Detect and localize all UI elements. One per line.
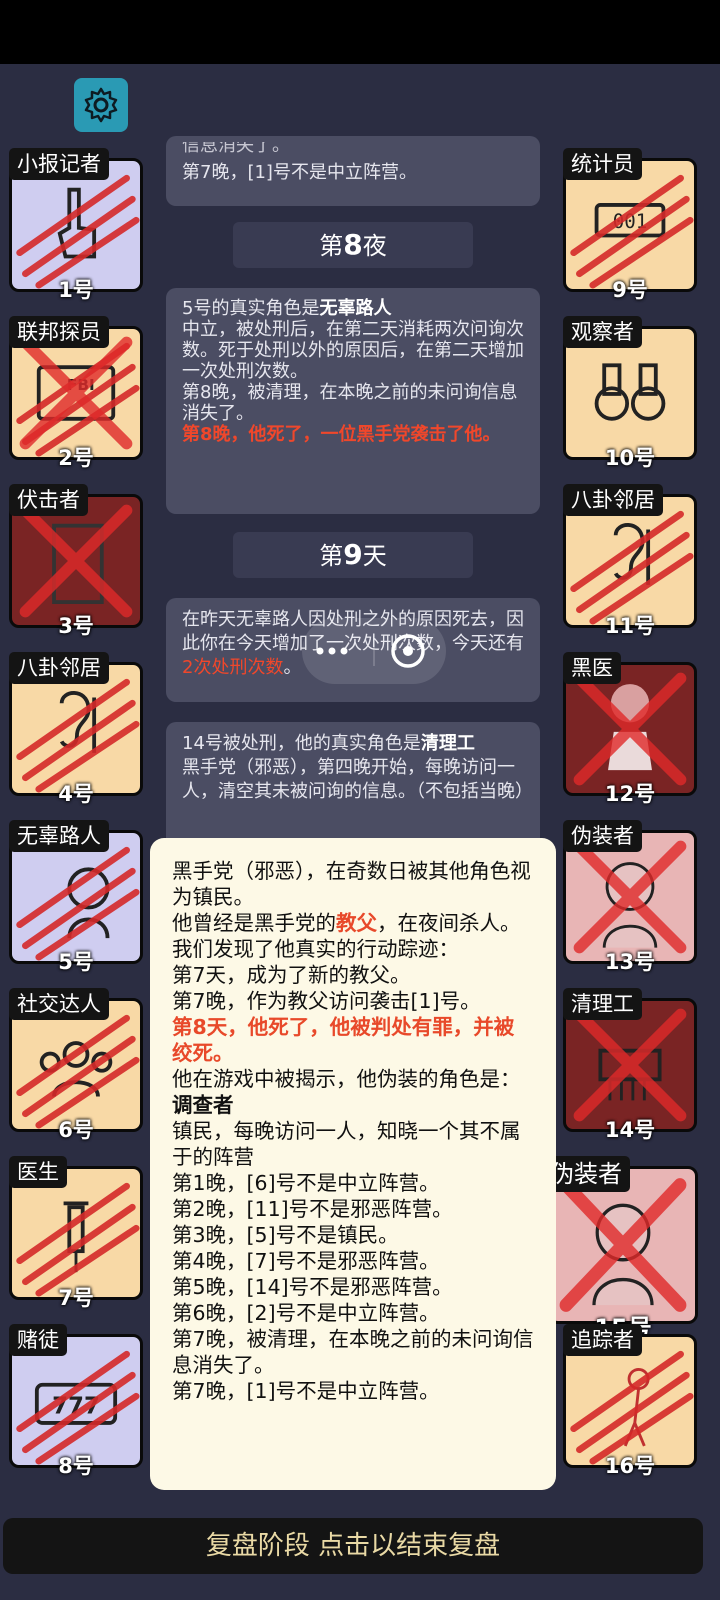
night-8-header: 第8夜 xyxy=(233,222,473,268)
player-role-label: 赌徒 xyxy=(9,1324,67,1356)
player-number-label: 9号 xyxy=(612,278,648,302)
player-number-label: 6号 xyxy=(58,1118,94,1142)
binoculars-icon xyxy=(594,363,666,421)
player-role-label: 黑医 xyxy=(563,652,621,684)
player-role-label: 清理工 xyxy=(563,988,642,1020)
player-number-label: 2号 xyxy=(58,446,94,470)
player-number-label: 4号 xyxy=(58,782,94,806)
player-role-label: 医生 xyxy=(9,1156,67,1188)
player-role-label: 八卦邻居 xyxy=(563,484,663,516)
dead-cross-icon xyxy=(573,840,687,954)
claw-mark-icon xyxy=(16,846,140,961)
player-role-label: 追踪者 xyxy=(563,1324,642,1356)
player-role-label: 伏击者 xyxy=(9,484,88,516)
dead-cross-icon xyxy=(573,1008,687,1122)
claw-mark-icon xyxy=(16,174,140,289)
player-number-label: 10号 xyxy=(604,446,656,470)
status-bar xyxy=(0,0,720,64)
player-role-label: 观察者 xyxy=(563,316,642,348)
claw-mark-icon xyxy=(570,174,694,289)
player-number-label: 12号 xyxy=(604,782,656,806)
log-bubble-top: 信息消失了。 第7晚，[1]号不是中立阵营。 xyxy=(166,136,540,206)
player-role-label: 八卦邻居 xyxy=(9,652,109,684)
player-number-label: 3号 xyxy=(58,614,94,638)
player-number-label: 14号 xyxy=(604,1118,656,1142)
day-9-header: 第9天 xyxy=(233,532,473,578)
player-number-label: 5号 xyxy=(58,950,94,974)
player-role-label: 社交达人 xyxy=(9,988,109,1020)
gear-icon xyxy=(84,87,118,123)
player-number-label: 7号 xyxy=(58,1286,94,1310)
player-role-label: 联邦探员 xyxy=(9,316,109,348)
claw-mark-icon xyxy=(570,510,694,625)
dead-cross-icon xyxy=(19,336,133,450)
dead-cross-icon xyxy=(573,672,687,786)
more-dots-icon xyxy=(316,634,425,668)
claw-mark-icon xyxy=(16,1014,140,1129)
settings-button[interactable] xyxy=(74,78,128,132)
player-number-label: 8号 xyxy=(58,1454,94,1478)
log-line: 第7晚，[1]号不是中立阵营。 xyxy=(182,162,417,183)
log-bubble-night8: 5号的真实角色是无辜路人 中立，被处刑后，在第二天消耗两次问询次数。死于处刑以外… xyxy=(166,288,540,514)
claw-mark-icon xyxy=(16,678,140,793)
claw-mark-icon xyxy=(16,1182,140,1297)
end-review-button[interactable]: 复盘阶段 点击以结束复盘 xyxy=(3,1518,703,1574)
claw-mark-icon xyxy=(570,1350,694,1465)
player-number-label: 13号 xyxy=(604,950,656,974)
role-detail-popup[interactable]: 黑手党（邪恶），在奇数日被其他角色视为镇民。 他曾经是黑手党的教父，在夜间杀人。… xyxy=(150,838,556,1490)
log-cut-line: 信息消失了。 xyxy=(182,142,290,156)
floating-menu-button[interactable] xyxy=(302,618,446,684)
player-number-label: 11号 xyxy=(604,614,656,638)
player-number-label: 1号 xyxy=(58,278,94,302)
player-role-label: 小报记者 xyxy=(9,148,109,180)
player-number-label: 16号 xyxy=(604,1454,656,1478)
player-role-label: 统计员 xyxy=(563,148,642,180)
dead-cross-icon xyxy=(19,504,133,618)
player-role-label: 无辜路人 xyxy=(9,820,109,852)
claw-mark-icon xyxy=(16,1350,140,1465)
player-role-label: 伪装者 xyxy=(563,820,642,852)
